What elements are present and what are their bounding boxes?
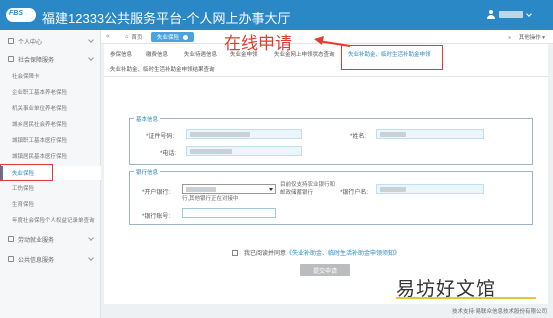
tab-unemployment[interactable]: 失业保险 — [151, 32, 195, 42]
subtab-payment-info[interactable]: 缴费信息 — [146, 47, 168, 61]
chevron-down-icon: ▾ — [542, 35, 545, 41]
tab-home[interactable]: ⌂ 首页 — [119, 32, 148, 42]
phone-field[interactable] — [186, 146, 302, 156]
chevron-down-icon — [88, 55, 94, 61]
bank-other-note: 行,其他银行正在对接中 — [182, 196, 239, 202]
masked-value — [380, 132, 406, 137]
close-icon[interactable] — [183, 34, 189, 40]
phone-label: *电话: — [160, 151, 177, 157]
masked-value — [380, 187, 406, 192]
sidebar-item-resident-pension[interactable]: 城乡居民社会养老保险 — [0, 118, 101, 130]
shield-icon — [8, 56, 14, 62]
sidebar-item-employment[interactable]: 劳动就业服务 — [0, 230, 101, 248]
sidebar-item-label: 年度社会保险个人权益记录单查询 — [12, 218, 95, 224]
chevron-down-icon — [526, 10, 532, 17]
sidebar-item-label: 机关事业单位养老保险 — [12, 106, 68, 112]
home-icon: ⌂ — [125, 34, 129, 40]
subtab-subsidy-result[interactable]: 失业补助金、临时生活补助金申领结果查询 — [110, 65, 215, 73]
account-name-label: *银行户名: — [340, 190, 369, 196]
sidebar-item-label: 城乡居民社会养老保险 — [12, 122, 68, 128]
user-menu[interactable] — [487, 10, 532, 19]
submit-button[interactable]: 提交申请 — [300, 264, 350, 276]
sidebar-item-work-injury[interactable]: 工伤保险 — [0, 182, 101, 194]
footer: 技术支持:易联众信息技术股份有限公司 — [101, 304, 553, 318]
masked-value — [186, 187, 216, 192]
sidebar-item-social-security[interactable]: 社会保障服务 — [0, 50, 101, 68]
sidebar-item-label: 社会保障卡 — [12, 74, 40, 80]
sidebar-item-public-info[interactable]: 公共信息服务 — [0, 250, 101, 268]
other-actions-label: 其他操作 — [518, 35, 541, 41]
logo-text: FBS — [9, 10, 23, 17]
subtab-subsidy-apply[interactable]: 失业补助金、临时生活补助金申领 — [348, 47, 431, 61]
watermark-underline — [396, 297, 536, 299]
agreement-prefix: 我已阅读并同意 — [244, 251, 287, 257]
sidebar-item-label: 公共信息服务 — [18, 257, 55, 264]
name-field[interactable] — [376, 129, 484, 139]
chevron-down-icon — [88, 255, 94, 261]
tab-home-label: 首页 — [131, 35, 143, 41]
user-icon — [487, 10, 495, 19]
masked-value — [190, 149, 232, 154]
tab-unemployment-label: 失业保险 — [157, 35, 180, 41]
sidebar-item-label: 个人中心 — [18, 39, 43, 46]
chevron-down-icon — [88, 235, 94, 241]
agreement-row: 我已阅读并同意 《失业补助金、临时生活补助金申领须知》 — [232, 248, 400, 257]
name-label: *姓名: — [350, 134, 367, 140]
person-icon — [8, 38, 14, 44]
id-number-label: *证件号码: — [146, 134, 175, 140]
agreement-checkbox[interactable] — [232, 249, 238, 256]
id-number-field[interactable] — [186, 129, 302, 139]
main-content: 参保信息 缴费信息 失业待遇信息 失业金申领 失业金网上申领状态查询 失业补助金… — [104, 44, 548, 304]
unemployment-highlight-box — [0, 164, 53, 181]
sidebar-item-maternity[interactable]: 生育保险 — [0, 198, 101, 210]
tab-scroll-left-icon[interactable]: « — [106, 33, 110, 40]
chevron-down-icon — [269, 188, 273, 191]
subtab-benefit-info[interactable]: 失业待遇信息 — [184, 47, 217, 61]
annotation-text: 在线申请 — [224, 34, 292, 54]
bank-label: *开户银行: — [142, 190, 171, 196]
sidebar-item-employee-medical[interactable]: 城镇职工基本医疗保险 — [0, 134, 101, 146]
sidebar-item-label: 工伤保险 — [12, 186, 35, 192]
bank-info-title: 银行信息 — [134, 168, 161, 176]
subtab-row: 参保信息 缴费信息 失业待遇信息 失业金申领 失业金网上申领状态查询 失业补助金… — [104, 45, 548, 70]
other-actions-menu[interactable]: » 其他操作 ▾ — [508, 33, 545, 41]
sidebar-item-label: 社会保障服务 — [18, 57, 55, 64]
platform-logo[interactable]: FBS — [6, 8, 36, 22]
agreement-link[interactable]: 《失业补助金、临时生活补助金申领须知》 — [286, 248, 400, 257]
basic-info-section: 基本信息 *证件号码: *姓名: *电话: — [129, 115, 533, 165]
sidebar-item-personal-center[interactable]: 个人中心 — [0, 32, 101, 50]
tab-bar: « ⌂ 首页 失业保险 » 其他操作 ▾ — [101, 30, 553, 44]
sidebar-item-social-card[interactable]: 社会保障卡 — [0, 70, 101, 82]
sidebar-item-enterprise-pension[interactable]: 企业职工基本养老保险 — [0, 86, 101, 98]
sidebar-item-label: 劳动就业服务 — [18, 237, 55, 244]
sidebar-item-label: 企业职工基本养老保险 — [12, 90, 68, 96]
sidebar-item-resident-medical[interactable]: 城镇居民基本医疗保险 — [0, 150, 101, 162]
bank-info-section: 银行信息 *开户银行: 目前仅支持农业银行和邮政储蓄银行 行,其他银行正在对接中… — [129, 168, 533, 225]
briefcase-icon — [8, 236, 14, 242]
account-number-label: *银行账号: — [142, 214, 171, 220]
footer-text: 技术支持:易联众信息技术股份有限公司 — [451, 309, 547, 315]
user-name-masked — [499, 11, 523, 18]
divider — [104, 76, 548, 77]
sidebar-item-institution-pension[interactable]: 机关事业单位养老保险 — [0, 102, 101, 114]
subtab-insured-info[interactable]: 参保信息 — [110, 47, 132, 61]
top-header: FBS 福建12333公共服务平台-个人网上办事大厅 — [0, 0, 553, 30]
sidebar-item-label: 城镇职工基本医疗保险 — [12, 138, 68, 144]
account-name-field[interactable] — [376, 184, 484, 194]
sidebar-item-label: 生育保险 — [12, 202, 35, 208]
tab-scroll-right-icon[interactable]: » — [508, 35, 511, 41]
bank-support-note: 目前仅支持农业银行和邮政储蓄银行 — [280, 182, 336, 196]
info-icon — [8, 256, 14, 262]
basic-info-title: 基本信息 — [134, 115, 161, 123]
sidebar-item-annual-record[interactable]: 年度社会保险个人权益记录单查询 — [0, 214, 101, 226]
site-title: 福建12333公共服务平台-个人网上办事大厅 — [42, 11, 291, 26]
bank-select[interactable] — [182, 184, 276, 194]
masked-value — [190, 132, 250, 137]
chevron-down-icon — [88, 37, 94, 43]
sidebar-item-label: 城镇居民基本医疗保险 — [12, 154, 68, 160]
account-number-field[interactable] — [182, 208, 276, 218]
